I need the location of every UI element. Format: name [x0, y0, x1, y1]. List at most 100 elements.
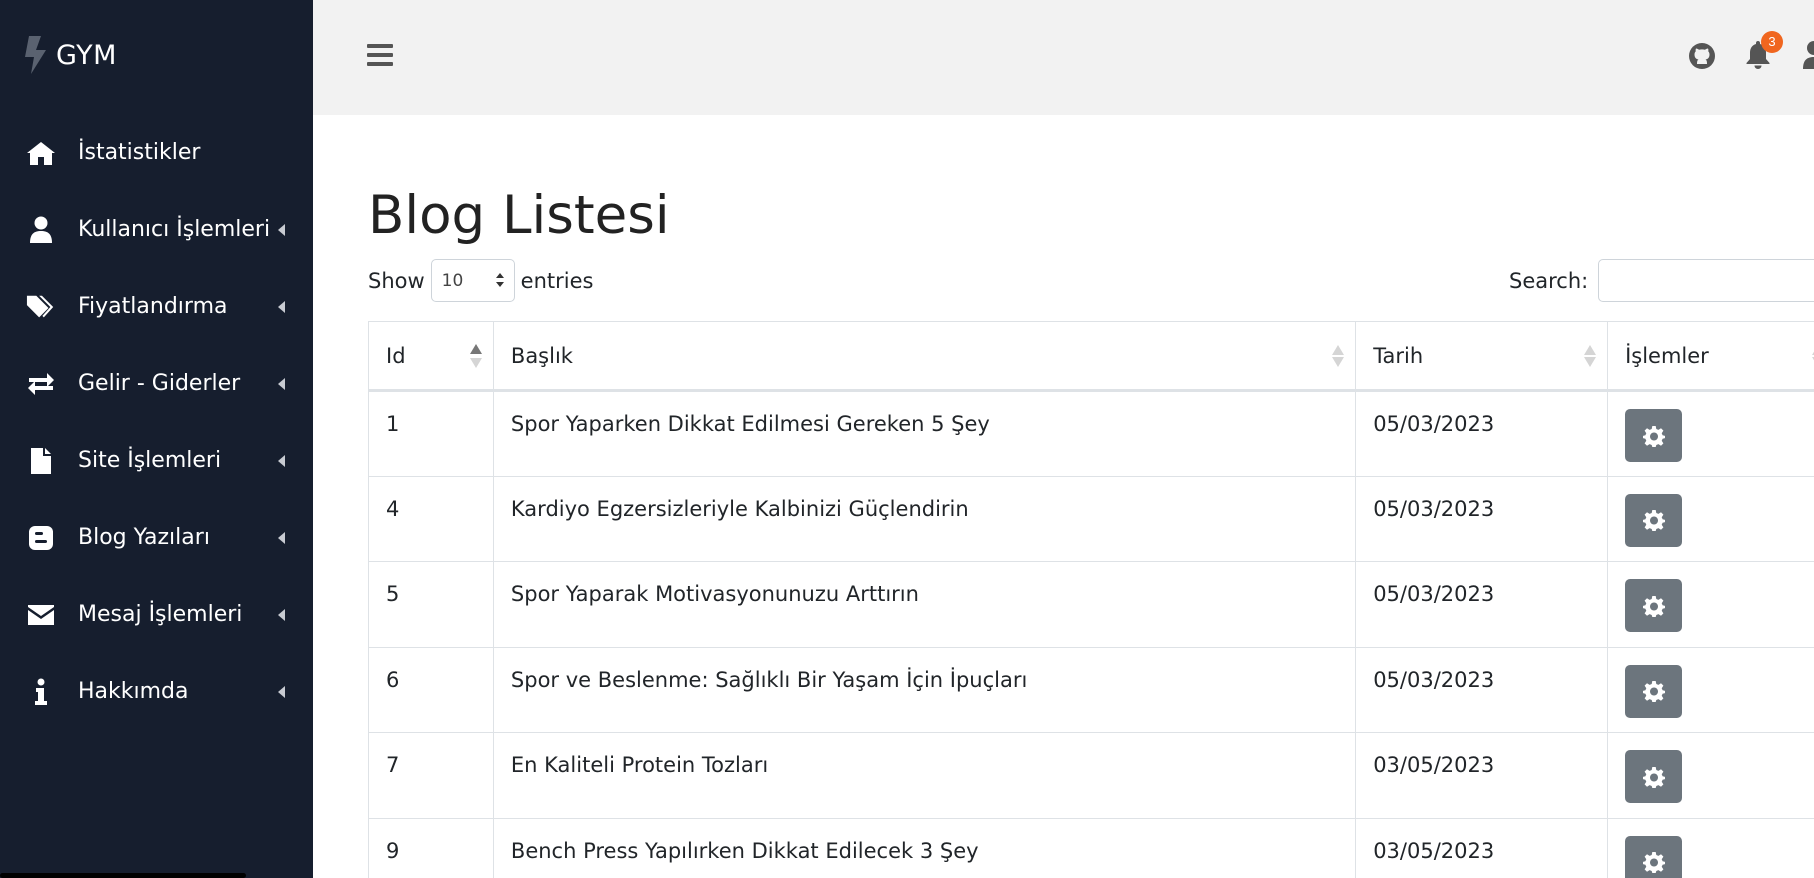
sort-asc-icon	[469, 344, 482, 368]
settings-button[interactable]	[1625, 579, 1683, 632]
sort-icon	[1584, 345, 1597, 367]
cell-date: 05/03/2023	[1355, 646, 1609, 733]
caret-left-icon	[278, 685, 285, 698]
gear-icon	[1642, 852, 1665, 873]
exchange-icon	[26, 369, 56, 399]
column-header-label: Id	[386, 343, 406, 368]
sidebar-item-istatistikler[interactable]: İstatistikler	[0, 114, 313, 191]
length-select-wrapper: 10	[425, 259, 521, 302]
column-header-label: Başlık	[510, 343, 573, 368]
sidebar-item-fiyatlandirma[interactable]: Fiyatlandırma	[0, 268, 313, 345]
user-icon	[26, 215, 56, 245]
gear-icon	[1642, 425, 1665, 447]
table-row: 7 En Kaliteli Protein Tozları 03/05/2023	[368, 732, 1814, 819]
brand-name: GYM	[56, 39, 117, 71]
column-header-actions[interactable]: İşlemler	[1607, 321, 1814, 392]
blogger-icon	[26, 523, 56, 553]
column-header-label: İşlemler	[1625, 343, 1709, 368]
cell-actions	[1607, 475, 1814, 562]
tags-icon	[26, 292, 56, 322]
sidebar-item-label: Hakkımda	[78, 679, 189, 704]
cell-date: 03/05/2023	[1355, 732, 1609, 819]
cell-id: 6	[368, 646, 494, 733]
blog-table: Id Başlık Tarih İşlemler 1 Spor Yaparken…	[368, 321, 1814, 878]
table-row: 1 Spor Yaparken Dikkat Edilmesi Gereken …	[368, 390, 1814, 477]
cell-actions	[1607, 817, 1814, 878]
cell-actions	[1607, 732, 1814, 819]
table-row: 5 Spor Yaparak Motivasyonunuzu Arttırın …	[368, 561, 1814, 648]
length-prefix: Show	[368, 268, 425, 293]
cell-id: 7	[368, 732, 494, 819]
sidebar-scrollbar[interactable]	[0, 873, 246, 878]
cell-actions	[1607, 646, 1814, 733]
menu-toggle-icon[interactable]	[367, 44, 393, 66]
table-search: Search:	[1509, 259, 1814, 302]
caret-left-icon	[278, 454, 285, 467]
main-content: Blog Listesi Show 10 entries Search: Id	[313, 115, 1814, 878]
column-header-title[interactable]: Başlık	[492, 321, 1357, 392]
bolt-icon	[25, 36, 46, 74]
info-icon	[26, 677, 56, 707]
cell-date: 05/03/2023	[1355, 561, 1609, 648]
settings-button[interactable]	[1625, 835, 1683, 878]
caret-left-icon	[278, 377, 285, 390]
user-icon[interactable]	[1802, 40, 1814, 70]
cell-actions	[1607, 561, 1814, 648]
cell-date: 05/03/2023	[1355, 390, 1609, 477]
home-icon	[26, 138, 56, 168]
gear-icon	[1642, 766, 1665, 788]
caret-left-icon	[278, 531, 285, 544]
caret-left-icon	[278, 223, 285, 236]
sidebar-item-label: Gelir - Giderler	[78, 371, 241, 396]
sidebar-item-kullanici-islemleri[interactable]: Kullanıcı İşlemleri	[0, 191, 313, 268]
search-input[interactable]	[1598, 259, 1814, 302]
github-icon[interactable]	[1688, 42, 1716, 70]
file-icon	[26, 446, 56, 476]
table-row: 6 Spor ve Beslenme: Sağlıklı Bir Yaşam İ…	[368, 646, 1814, 733]
sidebar-item-blog-yazilari[interactable]: Blog Yazıları	[0, 499, 313, 576]
sidebar-item-label: Mesaj İşlemleri	[78, 602, 243, 627]
sidebar-nav: İstatistikler Kullanıcı İşlemleri Fiyatl…	[0, 114, 313, 730]
cell-title: Spor Yaparken Dikkat Edilmesi Gereken 5 …	[492, 390, 1357, 477]
sidebar-item-site-islemleri[interactable]: Site İşlemleri	[0, 422, 313, 499]
topbar: 3	[313, 0, 1814, 115]
table-row: 4 Kardiyo Egzersizleriyle Kalbinizi Güçl…	[368, 475, 1814, 562]
sidebar-item-mesaj-islemleri[interactable]: Mesaj İşlemleri	[0, 576, 313, 653]
column-header-id[interactable]: Id	[368, 321, 494, 392]
notification-badge: 3	[1761, 31, 1783, 53]
caret-left-icon	[278, 608, 285, 621]
sidebar: GYM İstatistikler Kullanıcı İşlemleri Fi…	[0, 0, 313, 878]
brand[interactable]: GYM	[0, 0, 313, 110]
column-header-date[interactable]: Tarih	[1355, 321, 1609, 392]
sidebar-item-gelir-giderler[interactable]: Gelir - Giderler	[0, 345, 313, 422]
sidebar-item-label: Fiyatlandırma	[78, 294, 228, 319]
cell-id: 4	[368, 475, 494, 562]
cell-id: 5	[368, 561, 494, 648]
cell-id: 1	[368, 390, 494, 477]
page-title: Blog Listesi	[368, 185, 670, 246]
gear-icon	[1642, 595, 1665, 617]
sidebar-item-label: Blog Yazıları	[78, 525, 210, 550]
column-header-label: Tarih	[1373, 343, 1424, 368]
table-row: 9 Bench Press Yapılırken Dikkat Edilecek…	[368, 817, 1814, 878]
sidebar-item-label: Site İşlemleri	[78, 448, 222, 473]
settings-button[interactable]	[1625, 750, 1683, 803]
cell-title: Bench Press Yapılırken Dikkat Edilecek 3…	[492, 817, 1357, 878]
caret-left-icon	[278, 300, 285, 313]
settings-button[interactable]	[1625, 493, 1683, 547]
sidebar-item-hakkimda[interactable]: Hakkımda	[0, 653, 313, 730]
cell-date: 03/05/2023	[1355, 817, 1609, 878]
settings-button[interactable]	[1625, 409, 1683, 462]
settings-button[interactable]	[1625, 664, 1683, 718]
cell-id: 9	[368, 817, 494, 878]
entries-length-control: Show 10 entries	[368, 259, 593, 302]
gear-icon	[1642, 681, 1665, 702]
sort-icon	[1332, 345, 1345, 367]
cell-date: 05/03/2023	[1355, 475, 1609, 562]
envelope-icon	[26, 600, 56, 630]
entries-select[interactable]: 10	[430, 259, 515, 302]
cell-actions	[1607, 390, 1814, 477]
table-header-row: Id Başlık Tarih İşlemler	[368, 321, 1814, 392]
cell-title: Kardiyo Egzersizleriyle Kalbinizi Güçlen…	[492, 475, 1357, 562]
sidebar-item-label: Kullanıcı İşlemleri	[78, 217, 271, 242]
